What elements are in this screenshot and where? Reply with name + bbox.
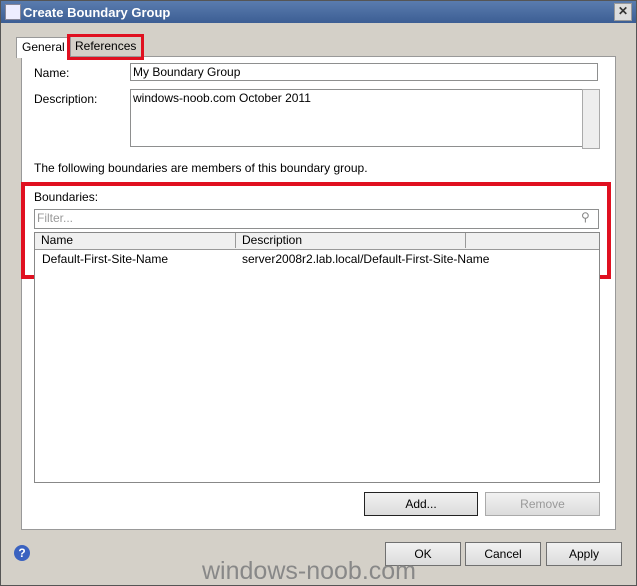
- column-name[interactable]: Name: [35, 233, 236, 248]
- description-scrollbar[interactable]: [582, 89, 600, 149]
- help-icon[interactable]: ?: [14, 545, 30, 561]
- column-description[interactable]: Description: [236, 233, 466, 248]
- description-label: Description:: [34, 92, 98, 106]
- cancel-button[interactable]: Cancel: [465, 542, 541, 566]
- boundaries-table: Name Description Default-First-Site-Name…: [34, 232, 600, 483]
- name-input[interactable]: My Boundary Group: [130, 63, 598, 81]
- window-title: Create Boundary Group: [23, 5, 171, 20]
- remove-button[interactable]: Remove: [485, 492, 600, 516]
- apply-button[interactable]: Apply: [546, 542, 622, 566]
- close-button[interactable]: ✕: [614, 3, 632, 21]
- members-text: The following boundaries are members of …: [34, 161, 368, 175]
- title-bar: Create Boundary Group ✕: [1, 1, 636, 23]
- name-label: Name:: [34, 66, 70, 80]
- watermark: windows-noob.com: [202, 557, 416, 585]
- dialog-icon: [5, 4, 21, 20]
- cell-name: Default-First-Site-Name: [42, 252, 169, 266]
- table-row[interactable]: Default-First-Site-Name server2008r2.lab…: [35, 252, 599, 268]
- tab-references[interactable]: References: [67, 34, 145, 60]
- cell-description: server2008r2.lab.local/Default-First-Sit…: [242, 252, 490, 266]
- description-input[interactable]: windows-noob.com October 2011: [130, 89, 584, 147]
- add-button[interactable]: Add...: [364, 492, 478, 516]
- boundaries-label: Boundaries:: [34, 190, 99, 204]
- table-header: Name Description: [35, 233, 599, 250]
- filter-input[interactable]: Filter...: [34, 209, 599, 229]
- search-icon[interactable]: ⚲: [581, 210, 590, 224]
- tab-general[interactable]: General: [16, 37, 71, 58]
- dialog-window: Create Boundary Group ✕ General Referenc…: [0, 0, 637, 586]
